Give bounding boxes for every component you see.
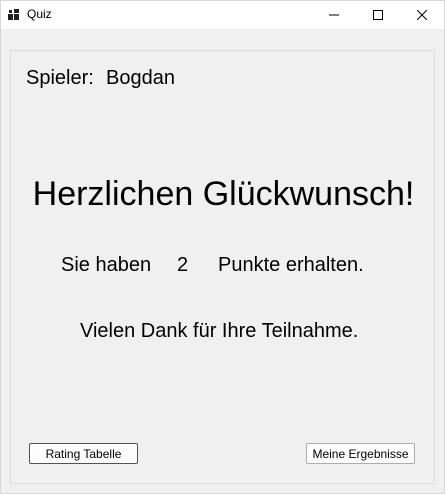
- result-prefix-text: Sie haben: [61, 254, 152, 276]
- title-bar[interactable]: Quiz: [1, 1, 444, 29]
- result-score: 2: [177, 254, 189, 276]
- congratulations-heading: Herzlichen Glückwunsch!: [32, 175, 415, 213]
- app-icon: [7, 8, 21, 22]
- minimize-icon: [329, 10, 339, 20]
- player-label: Spieler:: [26, 67, 94, 89]
- my-results-button[interactable]: Meine Ergebnisse: [306, 443, 415, 464]
- quiz-window: Quiz Spieler: Bogdan Herzlichen Glückwun…: [0, 0, 445, 494]
- close-icon: [417, 10, 427, 20]
- maximize-icon: [373, 10, 383, 20]
- thanks-message: Vielen Dank für Ihre Teilnahme.: [80, 320, 359, 342]
- maximize-button[interactable]: [356, 1, 400, 29]
- rating-table-button[interactable]: Rating Tabelle: [29, 443, 138, 464]
- result-suffix-text: Punkte erhalten.: [218, 254, 364, 276]
- player-name: Bogdan: [106, 67, 175, 89]
- close-button[interactable]: [400, 1, 444, 29]
- window-title: Quiz: [27, 7, 52, 21]
- minimize-button[interactable]: [312, 1, 356, 29]
